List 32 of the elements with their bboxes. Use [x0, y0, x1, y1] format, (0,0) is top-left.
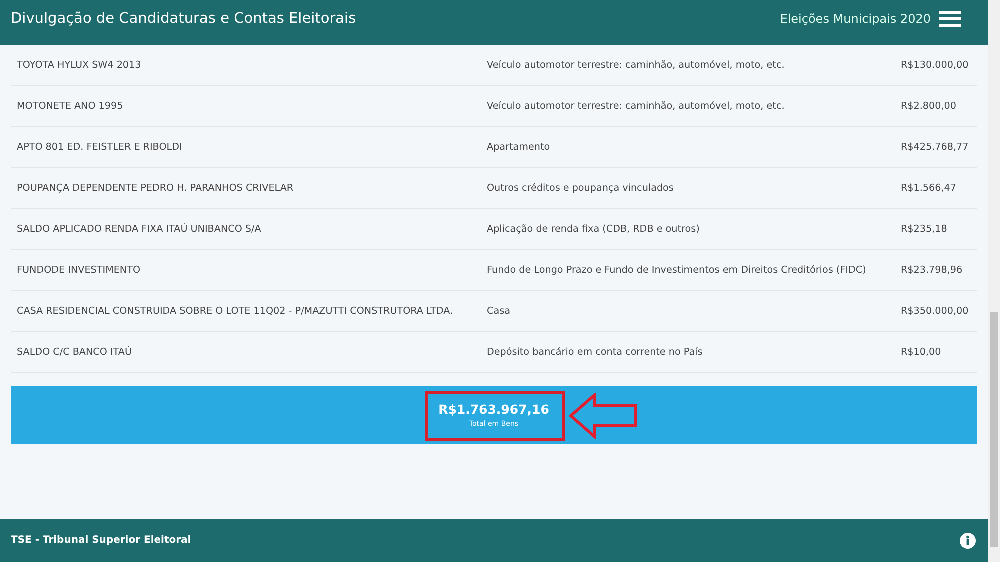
asset-type: Veículo automotor terrestre: caminhão, automóvel, moto, etc.	[487, 60, 786, 70]
asset-description: APTO 801 ED. FEISTLER E RIBOLDI	[16, 142, 184, 152]
scrollbar[interactable]	[988, 0, 1000, 562]
asset-value: R$1.566,47	[901, 182, 958, 194]
left-arrow-icon	[569, 393, 639, 439]
menu-icon[interactable]	[939, 10, 961, 26]
total-value: R$1.763.967,16	[438, 402, 550, 417]
asset-type: Apartamento	[487, 142, 552, 152]
asset-value: R$235,18	[901, 224, 948, 234]
asset-type: Veículo automotor terrestre: caminhão, automóvel, moto, etc.	[487, 100, 786, 112]
asset-type: Aplicação de renda fixa (CDB, RDB e outros)	[487, 224, 701, 234]
asset-value: R$130.000,00	[901, 60, 970, 70]
asset-description: SALDO APLICADO RENDA FIXA ITAÚ UNIBANCO S/A	[16, 224, 262, 234]
page-title: Divulgação de Candidaturas e Contas Eleitorais	[11, 10, 358, 26]
asset-description: CASA RESIDENCIAL CONSTRUIDA SOBRE O LOTE 11Q02 - P/MAZUTTI CONSTRUTORA LTDA.	[16, 306, 454, 316]
asset-value: R$2.800,00	[901, 100, 958, 112]
footer-text: TSE - Tribunal Superior Eleitoral	[11, 535, 192, 546]
asset-value: R$23.798,96	[901, 264, 964, 276]
asset-type: Outros créditos e poupança vinculados	[487, 182, 675, 194]
asset-description: TOYOTA HYLUX SW4 2013	[16, 60, 142, 70]
asset-type: Depósito bancário em conta corrente no País	[487, 346, 704, 358]
asset-type: Casa	[487, 306, 512, 316]
asset-description: MOTONETE ANO 1995	[16, 100, 124, 112]
asset-value: R$425.768,77	[901, 142, 970, 152]
asset-type: Fundo de Longo Prazo e Fundo de Investimentos em Direitos Creditórios (FIDC)	[487, 264, 868, 276]
info-icon[interactable]	[960, 532, 976, 548]
asset-description: FUNDODE INVESTIMENTO	[16, 264, 142, 276]
asset-description: POUPANÇA DEPENDENTE PEDRO H. PARANHOS CRIVELAR	[16, 182, 295, 194]
asset-description: SALDO C/C BANCO ITAÚ	[16, 346, 133, 358]
election-label: Eleições Municipais 2020	[780, 12, 931, 26]
asset-value: R$350.000,00	[901, 306, 970, 316]
asset-value: R$10,00	[901, 346, 942, 358]
